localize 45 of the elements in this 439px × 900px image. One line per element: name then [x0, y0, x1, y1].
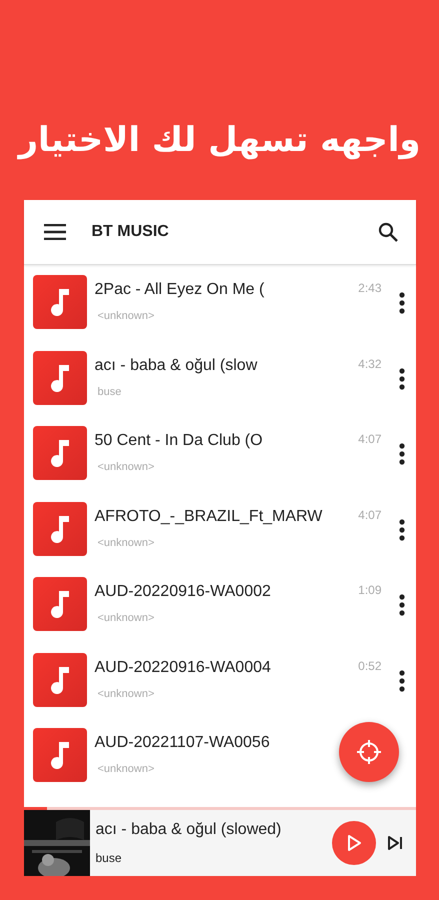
song-artist: <unknown>	[98, 612, 156, 624]
music-note-icon	[48, 664, 70, 694]
music-note-icon	[48, 514, 70, 544]
song-artist: <unknown>	[98, 310, 156, 322]
now-playing-title: acı - baba & oğul (slowed)	[96, 821, 282, 839]
progress-track[interactable]	[24, 807, 416, 810]
song-artist: <unknown>	[98, 688, 156, 700]
song-duration: 4:07	[357, 508, 382, 522]
app-title: BT MUSIC	[92, 223, 170, 241]
headline: واجهه تسهل لك الاختيار	[18, 119, 421, 162]
song-row[interactable]: AFROTO_-_BRAZIL_Ft_MARW <unknown> 4:07	[24, 498, 416, 573]
song-duration: 1:09	[357, 583, 382, 597]
song-title: AUD-20220916-WA0004	[94, 658, 272, 676]
song-row[interactable]: AUD-20220916-WA0002 <unknown> 1:09	[24, 573, 416, 648]
now-playing-artist: buse	[96, 851, 123, 865]
song-title: AUD-20221107-WA0056	[94, 734, 271, 752]
locate-button[interactable]	[338, 722, 398, 782]
crosshair-icon	[356, 739, 382, 765]
song-title: AFROTO_-_BRAZIL_Ft_MARW	[94, 508, 324, 526]
song-row[interactable]: AUD-20221107-WA0056 <unknown>	[24, 724, 416, 800]
song-artist: <unknown>	[98, 536, 156, 548]
skip-next-icon[interactable]	[386, 834, 404, 852]
song-artist: <unknown>	[98, 461, 156, 473]
song-artist: <unknown>	[98, 763, 156, 775]
song-duration: 2:43	[357, 281, 382, 295]
menu-icon[interactable]	[44, 224, 66, 240]
music-note-icon	[48, 740, 70, 770]
song-row[interactable]: 2Pac - All Eyez On Me ( <unknown> 2:43	[24, 271, 416, 346]
song-title: 50 Cent - In Da Club (O	[94, 432, 264, 450]
music-note-icon	[48, 287, 70, 317]
song-title: 2Pac - All Eyez On Me (	[94, 281, 266, 299]
music-note-icon	[48, 362, 70, 392]
song-duration: 0:52	[357, 658, 382, 672]
song-row[interactable]: 50 Cent - In Da Club (O <unknown> 4:07	[24, 422, 416, 498]
song-duration: 4:32	[357, 356, 382, 370]
song-row[interactable]: AUD-20220916-WA0004 <unknown> 0:52	[24, 648, 416, 724]
play-button[interactable]	[332, 821, 376, 865]
search-icon[interactable]	[378, 222, 398, 242]
song-row[interactable]: acı - baba & oğul (slow buse 4:32	[24, 346, 416, 422]
music-note-icon	[48, 438, 70, 468]
song-title: AUD-20220916-WA0002	[94, 583, 272, 601]
song-artist: buse	[98, 386, 122, 398]
song-duration: 4:07	[357, 432, 382, 446]
music-note-icon	[48, 589, 70, 619]
song-title: acı - baba & oğul (slow	[94, 356, 258, 374]
